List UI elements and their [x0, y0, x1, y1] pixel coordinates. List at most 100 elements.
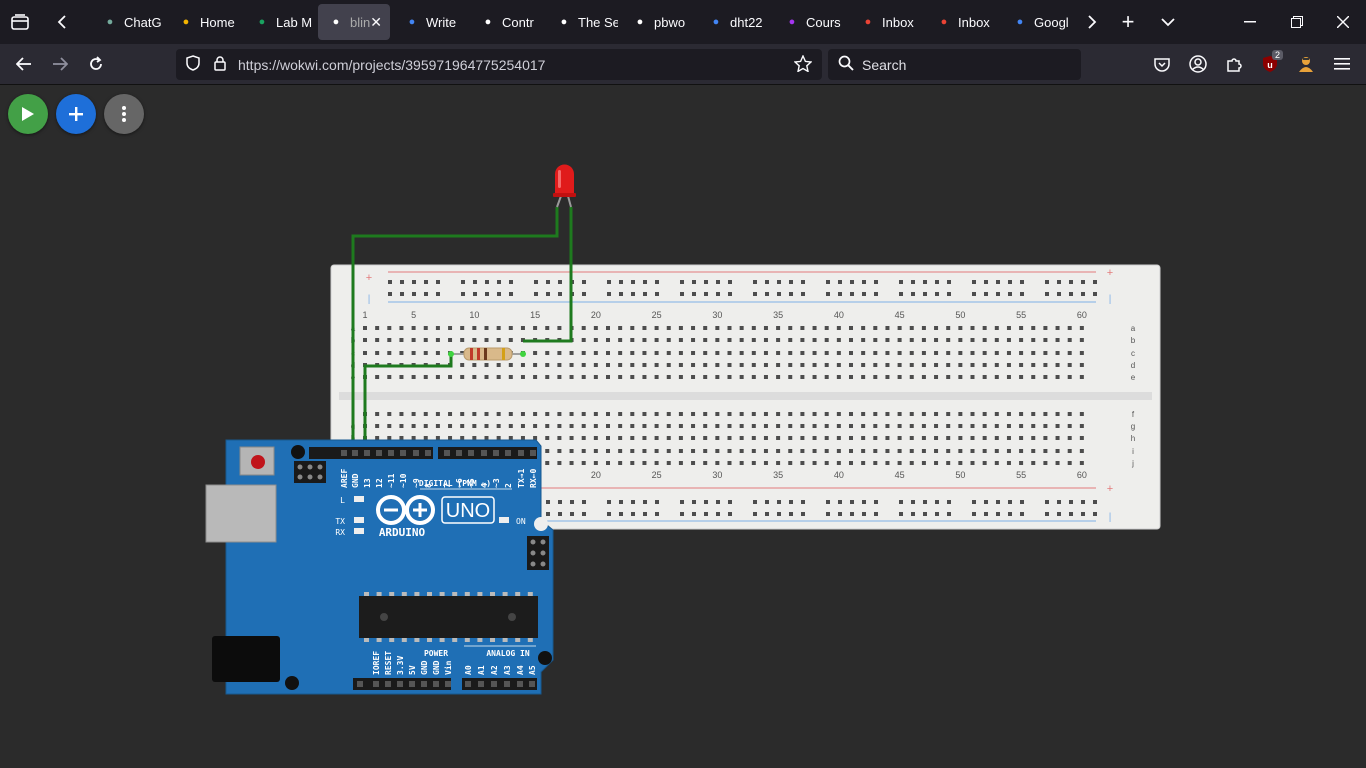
breadboard-hole[interactable] [934, 461, 939, 465]
breadboard-hole[interactable] [873, 436, 878, 440]
rail-hole[interactable] [400, 280, 404, 284]
rail-hole[interactable] [899, 292, 903, 296]
breadboard-hole[interactable] [496, 436, 501, 440]
breadboard-hole[interactable] [423, 412, 428, 416]
breadboard-hole[interactable] [715, 351, 720, 355]
breadboard-hole[interactable] [496, 363, 501, 367]
breadboard-hole[interactable] [849, 351, 853, 355]
breadboard-hole[interactable] [411, 351, 416, 355]
breadboard-hole[interactable] [606, 412, 610, 416]
breadboard-hole[interactable] [569, 436, 574, 440]
breadboard-hole[interactable] [1067, 461, 1072, 465]
breadboard-hole[interactable] [423, 351, 428, 355]
breadboard-hole[interactable] [1043, 436, 1048, 440]
breadboard-hole[interactable] [581, 363, 586, 367]
new-tab-icon[interactable]: + [1108, 0, 1148, 44]
breadboard-hole[interactable] [691, 351, 696, 355]
breadboard-hole[interactable] [496, 326, 501, 330]
rail-hole[interactable] [728, 512, 732, 516]
analog-header[interactable] [462, 678, 537, 690]
browser-tab[interactable]: ● pbwo [622, 4, 694, 40]
breadboard-hole[interactable] [399, 351, 404, 355]
breadboard-hole[interactable] [448, 338, 453, 342]
breadboard-hole[interactable] [849, 412, 853, 416]
rail-hole[interactable] [935, 280, 939, 284]
rail-hole[interactable] [862, 500, 866, 504]
rail-hole[interactable] [643, 280, 647, 284]
breadboard-hole[interactable] [435, 412, 440, 416]
breadboard-hole[interactable] [727, 449, 732, 453]
breadboard-hole[interactable] [666, 375, 671, 379]
rail-hole[interactable] [461, 292, 465, 296]
header-pin[interactable] [409, 681, 415, 687]
rail-hole[interactable] [655, 280, 659, 284]
breadboard-hole[interactable] [958, 461, 963, 465]
rail-hole[interactable] [984, 500, 988, 504]
header-pin[interactable] [388, 450, 394, 456]
breadboard-hole[interactable] [533, 436, 538, 440]
rail-hole[interactable] [838, 512, 842, 516]
header-pin[interactable] [397, 681, 403, 687]
rail-hole[interactable] [826, 512, 830, 516]
tracking-protection-shield-icon[interactable] [186, 55, 202, 74]
breadboard-hole[interactable] [739, 338, 744, 342]
rail-hole[interactable] [862, 292, 866, 296]
breadboard-hole[interactable] [727, 351, 732, 355]
breadboard-hole[interactable] [1031, 338, 1036, 342]
breadboard-hole[interactable] [1019, 363, 1024, 367]
breadboard-hole[interactable] [897, 363, 902, 367]
breadboard-hole[interactable] [921, 412, 926, 416]
breadboard-hole[interactable] [776, 449, 781, 453]
breadboard-hole[interactable] [1043, 326, 1048, 330]
breadboard-hole[interactable] [545, 436, 550, 440]
rail-hole[interactable] [899, 280, 903, 284]
rail-hole[interactable] [947, 500, 951, 504]
tab-scroll-left-icon[interactable] [42, 0, 82, 44]
rail-hole[interactable] [826, 280, 830, 284]
breadboard-hole[interactable] [678, 338, 683, 342]
rail-hole[interactable] [388, 280, 392, 284]
breadboard-hole[interactable] [824, 412, 829, 416]
breadboard-hole[interactable] [569, 375, 574, 379]
breadboard-hole[interactable] [618, 449, 623, 453]
rail-hole[interactable] [692, 292, 696, 296]
breadboard-hole[interactable] [909, 338, 914, 342]
extensions-puzzle-icon[interactable] [1216, 44, 1252, 84]
breadboard-hole[interactable] [849, 326, 853, 330]
breadboard-hole[interactable] [824, 461, 829, 465]
breadboard-hole[interactable] [593, 326, 598, 330]
breadboard-hole[interactable] [533, 424, 538, 428]
breadboard-hole[interactable] [812, 363, 817, 367]
breadboard-hole[interactable] [934, 326, 939, 330]
rail-hole[interactable] [862, 512, 866, 516]
rail-hole[interactable] [1057, 500, 1061, 504]
rail-hole[interactable] [874, 280, 878, 284]
browser-tab[interactable]: ● The Se [546, 4, 618, 40]
breadboard-hole[interactable] [1055, 436, 1060, 440]
breadboard-hole[interactable] [763, 338, 768, 342]
rail-hole[interactable] [680, 512, 684, 516]
breadboard-hole[interactable] [897, 436, 902, 440]
rail-hole[interactable] [643, 292, 647, 296]
breadboard-hole[interactable] [545, 449, 550, 453]
breadboard-hole[interactable] [873, 363, 878, 367]
breadboard-hole[interactable] [448, 436, 453, 440]
breadboard-hole[interactable] [1006, 412, 1011, 416]
breadboard-hole[interactable] [763, 351, 768, 355]
breadboard-hole[interactable] [970, 412, 975, 416]
header-pin[interactable] [518, 450, 524, 456]
rail-hole[interactable] [1045, 512, 1049, 516]
rail-hole[interactable] [1093, 500, 1097, 504]
rail-hole[interactable] [850, 292, 854, 296]
breadboard-hole[interactable] [630, 449, 635, 453]
rail-hole[interactable] [631, 512, 635, 516]
header-pin[interactable] [504, 681, 510, 687]
breadboard-hole[interactable] [545, 424, 550, 428]
rail-hole[interactable] [923, 512, 927, 516]
breadboard-hole[interactable] [909, 375, 914, 379]
breadboard-hole[interactable] [897, 351, 902, 355]
rail-hole[interactable] [509, 280, 513, 284]
breadboard-hole[interactable] [1043, 375, 1048, 379]
breadboard-hole[interactable] [508, 326, 513, 330]
breadboard-hole[interactable] [606, 436, 610, 440]
